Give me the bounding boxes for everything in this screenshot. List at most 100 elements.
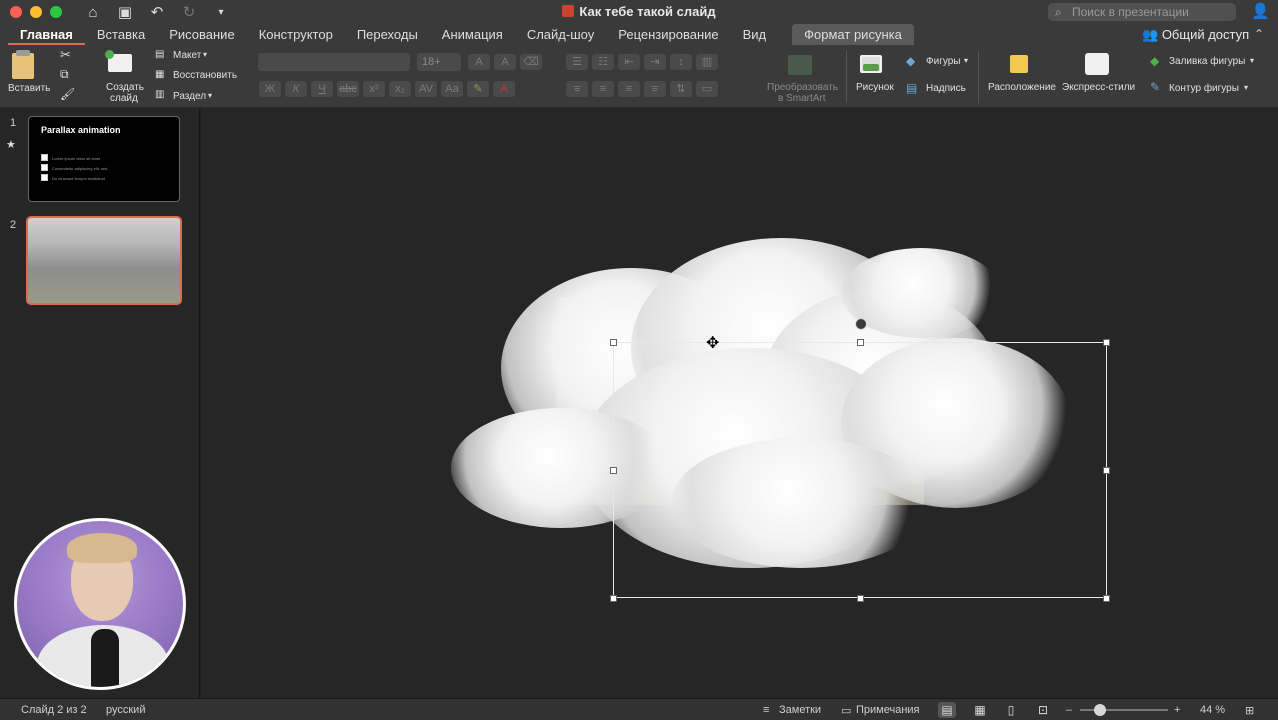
normal-view-icon[interactable]: ▤ [938,702,956,718]
shape-outline-dropdown-icon[interactable]: ▾ [1244,83,1248,92]
slide-sorter-icon[interactable]: ▦ [971,702,989,718]
resize-handle-left[interactable] [610,467,617,474]
undo-icon[interactable]: ↶ [148,3,166,21]
increase-font-icon[interactable]: A [468,54,490,70]
picture-button[interactable]: Рисунок [856,82,894,93]
quick-styles-icon[interactable] [1085,53,1109,75]
justify-icon[interactable]: ≡ [644,81,666,97]
section-dropdown-icon[interactable]: ▾ [208,91,212,100]
clear-format-icon[interactable]: ⌫ [520,54,542,70]
font-name-box[interactable] [258,53,410,71]
numbering-icon[interactable]: ☷ [592,54,614,70]
new-slide-label-2[interactable]: слайд [110,93,138,104]
new-slide-label-1[interactable]: Создать [106,82,144,93]
fit-to-window-icon[interactable]: ⊞ [1245,704,1254,717]
comments-button[interactable]: Примечания [856,704,920,716]
slideshow-view-icon[interactable]: ⊡ [1034,702,1052,718]
format-painter-icon[interactable]: 🖌 [60,87,75,101]
language-indicator[interactable]: русский [106,704,145,716]
align-right-icon[interactable]: ≡ [618,81,640,97]
align-left-icon[interactable]: ≡ [566,81,588,97]
resize-handle-bottom-left[interactable] [610,595,617,602]
minimize-window-button[interactable] [30,6,42,18]
resize-handle-top-left[interactable] [610,339,617,346]
copy-icon[interactable]: ⧉ [60,67,69,82]
columns-icon[interactable]: ▥ [696,54,718,70]
superscript-icon[interactable]: x² [363,81,385,97]
change-case-icon[interactable]: Aa [441,81,463,97]
section-button[interactable]: Раздел [173,91,206,102]
bullets-icon[interactable]: ☰ [566,54,588,70]
tab-transitions[interactable]: Переходы [345,24,430,45]
textbox-button[interactable]: Надпись [926,83,966,94]
resize-handle-right[interactable] [1103,467,1110,474]
customize-toolbar-icon[interactable]: ▾ [212,7,230,18]
home-icon[interactable]: ⌂ [84,4,102,21]
notes-button[interactable]: Заметки [779,704,821,716]
italic-icon[interactable]: К [285,81,307,97]
subscript-icon[interactable]: x₂ [389,81,411,97]
cloud-image-selection[interactable] [613,342,1107,598]
layout-dropdown-icon[interactable]: ▾ [203,50,207,59]
reading-view-icon[interactable]: ▯ [1002,702,1020,718]
slide-canvas[interactable]: ✥ [201,108,1278,698]
character-spacing-icon[interactable]: AV [415,81,437,97]
close-window-button[interactable] [10,6,22,18]
cut-icon[interactable]: ✂ [60,47,71,63]
shape-fill-button[interactable]: Заливка фигуры [1169,56,1245,67]
shapes-dropdown-icon[interactable]: ▾ [964,56,968,65]
decrease-indent-icon[interactable]: ⇤ [618,54,640,70]
resize-handle-top[interactable] [857,339,864,346]
highlight-icon[interactable]: ✎ [467,81,489,97]
bold-icon[interactable]: Ж [259,81,281,97]
share-button[interactable]: 👥 Общий доступ [1142,24,1249,45]
resize-handle-top-right[interactable] [1103,339,1110,346]
paste-icon[interactable] [12,53,34,79]
search-box[interactable]: ⌕ Поиск в презентации [1048,3,1236,21]
arrange-icon[interactable] [1010,55,1028,73]
shape-fill-dropdown-icon[interactable]: ▾ [1250,56,1254,65]
tab-design[interactable]: Конструктор [247,24,345,45]
tab-picture-format[interactable]: Формат рисунка [792,24,914,45]
smartart-icon[interactable] [788,55,812,75]
redo-icon[interactable]: ↻ [180,3,198,21]
convert-smartart-label-1[interactable]: Преобразовать [767,82,838,93]
tab-slideshow[interactable]: Слайд-шоу [515,24,606,45]
zoom-slider-handle[interactable] [1094,704,1106,716]
convert-smartart-label-2[interactable]: в SmartArt [778,93,826,104]
font-color-icon[interactable]: A [493,81,515,97]
tab-home[interactable]: Главная [8,24,85,45]
collapse-ribbon-icon[interactable]: ⌃ [1254,24,1264,45]
slide-thumbnail-2[interactable] [26,216,182,305]
tab-draw[interactable]: Рисование [157,24,246,45]
text-direction-icon[interactable]: ⇅ [670,81,692,97]
quick-styles-button[interactable]: Экспресс-стили [1062,82,1135,93]
zoom-level[interactable]: 44 % [1200,704,1225,716]
shapes-button[interactable]: Фигуры [926,56,960,67]
shape-outline-button[interactable]: Контур фигуры [1169,83,1239,94]
font-size-box[interactable]: 18+ [417,53,461,71]
align-center-icon[interactable]: ≡ [592,81,614,97]
resize-handle-bottom-right[interactable] [1103,595,1110,602]
reset-button[interactable]: Восстановить [173,70,237,81]
zoom-window-button[interactable] [50,6,62,18]
account-icon[interactable]: 👤 [1251,2,1270,20]
resize-handle-bottom[interactable] [857,595,864,602]
arrange-button[interactable]: Расположение [988,82,1056,93]
rotate-handle-icon[interactable] [855,318,867,330]
line-spacing-icon[interactable]: ↕ [670,54,692,70]
strikethrough-icon[interactable]: abc [337,81,359,97]
save-icon[interactable]: ▣ [116,3,134,21]
tab-review[interactable]: Рецензирование [606,24,730,45]
align-text-icon[interactable]: ▭ [696,81,718,97]
increase-indent-icon[interactable]: ⇥ [644,54,666,70]
underline-icon[interactable]: Ч [311,81,333,97]
layout-button[interactable]: Макет [173,50,201,61]
zoom-in-icon[interactable]: + [1174,704,1180,716]
slide-thumbnail-1[interactable]: Parallax animation Lorem ipsum dolor sit… [28,116,180,202]
paste-button-label[interactable]: Вставить [8,83,50,94]
decrease-font-icon[interactable]: A [494,54,516,70]
tab-view[interactable]: Вид [731,24,779,45]
tab-animations[interactable]: Анимация [430,24,515,45]
zoom-out-icon[interactable]: – [1066,704,1072,716]
